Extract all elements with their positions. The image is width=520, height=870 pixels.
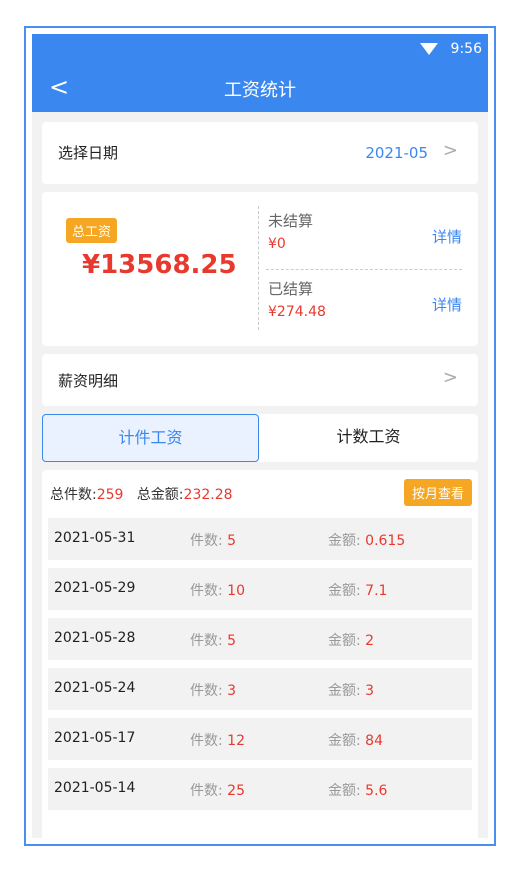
chevron-right-icon: > bbox=[442, 140, 458, 161]
count-value: 25 bbox=[227, 783, 245, 799]
record-count: 件数: 25 bbox=[190, 780, 245, 800]
page-title: 工资统计 bbox=[224, 80, 296, 101]
salary-summary-card: 总工资 ¥13568.25 未结算 ¥0 详情 已结算 ¥274.48 详情 bbox=[42, 192, 478, 346]
amount-label: 金额: bbox=[328, 733, 366, 749]
amount-value: 5.6 bbox=[365, 783, 388, 799]
records-summary: 总件数:259 总金额:232.28 bbox=[50, 484, 233, 504]
total-amount-label: 总金额: bbox=[136, 487, 184, 503]
record-date: 2021-05-17 bbox=[54, 730, 136, 746]
record-count: 件数: 3 bbox=[190, 680, 236, 700]
total-amount-value: 232.28 bbox=[183, 487, 233, 503]
list-item[interactable]: 2021-05-24 件数: 3 金额: 3 bbox=[48, 668, 472, 710]
status-bar: 9:56 bbox=[32, 34, 488, 64]
settled-amount: ¥274.48 bbox=[268, 304, 326, 320]
amount-label: 金额: bbox=[328, 583, 366, 599]
record-count: 件数: 5 bbox=[190, 630, 236, 650]
record-amount: 金额: 0.615 bbox=[328, 530, 405, 550]
app-bar: < 工资统计 bbox=[32, 64, 488, 112]
count-value: 5 bbox=[227, 633, 237, 649]
record-amount: 金额: 5.6 bbox=[328, 780, 387, 800]
unsettled-amount: ¥0 bbox=[268, 236, 286, 252]
wifi-icon bbox=[420, 43, 438, 55]
records-panel: 总件数:259 总金额:232.28 按月查看 2021-05-31 件数: 5 金… bbox=[42, 470, 478, 838]
salary-detail-row[interactable]: 薪资明细 > bbox=[42, 354, 478, 406]
record-date: 2021-05-24 bbox=[54, 680, 136, 696]
count-label: 件数: bbox=[190, 633, 228, 649]
amount-label: 金额: bbox=[328, 783, 366, 799]
count-label: 件数: bbox=[190, 783, 228, 799]
amount-label: 金额: bbox=[328, 633, 366, 649]
record-amount: 金额: 7.1 bbox=[328, 580, 387, 600]
tab-piece-wage[interactable]: 计件工资 bbox=[42, 414, 259, 462]
amount-label: 金额: bbox=[328, 683, 366, 699]
unsettled-detail-link[interactable]: 详情 bbox=[432, 226, 462, 247]
unsettled-label: 未结算 bbox=[268, 212, 314, 230]
count-value: 3 bbox=[227, 683, 237, 699]
count-label: 件数: bbox=[190, 583, 228, 599]
settled-detail-link[interactable]: 详情 bbox=[432, 294, 462, 315]
record-date: 2021-05-28 bbox=[54, 630, 136, 646]
list-item[interactable]: 2021-05-28 件数: 5 金额: 2 bbox=[48, 618, 472, 660]
vertical-divider bbox=[258, 206, 259, 330]
record-date: 2021-05-29 bbox=[54, 580, 136, 596]
record-count: 件数: 5 bbox=[190, 530, 236, 550]
list-item[interactable]: 2021-05-31 件数: 5 金额: 0.615 bbox=[48, 518, 472, 560]
amount-label: 金额: bbox=[328, 533, 366, 549]
amount-value: 0.615 bbox=[365, 533, 406, 549]
salary-detail-label: 薪资明细 bbox=[58, 372, 119, 390]
list-item[interactable]: 2021-05-17 件数: 12 金额: 84 bbox=[48, 718, 472, 760]
record-amount: 金额: 3 bbox=[328, 680, 374, 700]
count-value: 10 bbox=[227, 583, 245, 599]
amount-value: 84 bbox=[365, 733, 383, 749]
total-salary-amount: ¥13568.25 bbox=[82, 250, 237, 280]
count-label: 件数: bbox=[190, 733, 228, 749]
total-count-label: 总件数: bbox=[50, 487, 97, 503]
tab-count-wage[interactable]: 计数工资 bbox=[259, 414, 478, 460]
chevron-right-icon: > bbox=[442, 367, 458, 388]
app-frame: 9:56 < 工资统计 选择日期 2021-05 > 总工资 ¥13568.25… bbox=[24, 26, 496, 846]
date-selector-label: 选择日期 bbox=[58, 144, 119, 162]
record-count: 件数: 10 bbox=[190, 580, 245, 600]
count-value: 12 bbox=[227, 733, 245, 749]
record-amount: 金额: 2 bbox=[328, 630, 374, 650]
record-date: 2021-05-14 bbox=[54, 780, 136, 796]
record-count: 件数: 12 bbox=[190, 730, 245, 750]
view-by-month-button[interactable]: 按月查看 bbox=[403, 479, 472, 506]
count-label: 件数: bbox=[190, 533, 228, 549]
phone-screen: 9:56 < 工资统计 选择日期 2021-05 > 总工资 ¥13568.25… bbox=[32, 34, 488, 838]
date-selector[interactable]: 选择日期 2021-05 > bbox=[42, 122, 478, 184]
count-value: 5 bbox=[227, 533, 237, 549]
amount-value: 7.1 bbox=[365, 583, 388, 599]
records-list: 2021-05-31 件数: 5 金额: 0.615 2021-05-29 件数: 10… bbox=[48, 518, 472, 818]
status-time: 9:56 bbox=[450, 41, 482, 57]
count-label: 件数: bbox=[190, 683, 228, 699]
settled-label: 已结算 bbox=[268, 280, 314, 298]
wage-type-tabs: 计件工资 计数工资 bbox=[42, 414, 478, 462]
amount-value: 3 bbox=[365, 683, 375, 699]
list-item[interactable]: 2021-05-29 件数: 10 金额: 7.1 bbox=[48, 568, 472, 610]
record-amount: 金额: 84 bbox=[328, 730, 383, 750]
selected-date: 2021-05 bbox=[365, 144, 428, 162]
record-date: 2021-05-31 bbox=[54, 530, 136, 546]
total-salary-badge: 总工资 bbox=[66, 218, 118, 243]
list-item[interactable]: 2021-05-14 件数: 25 金额: 5.6 bbox=[48, 768, 472, 810]
horizontal-divider bbox=[266, 269, 462, 270]
amount-value: 2 bbox=[365, 633, 375, 649]
total-count-value: 259 bbox=[96, 487, 124, 503]
